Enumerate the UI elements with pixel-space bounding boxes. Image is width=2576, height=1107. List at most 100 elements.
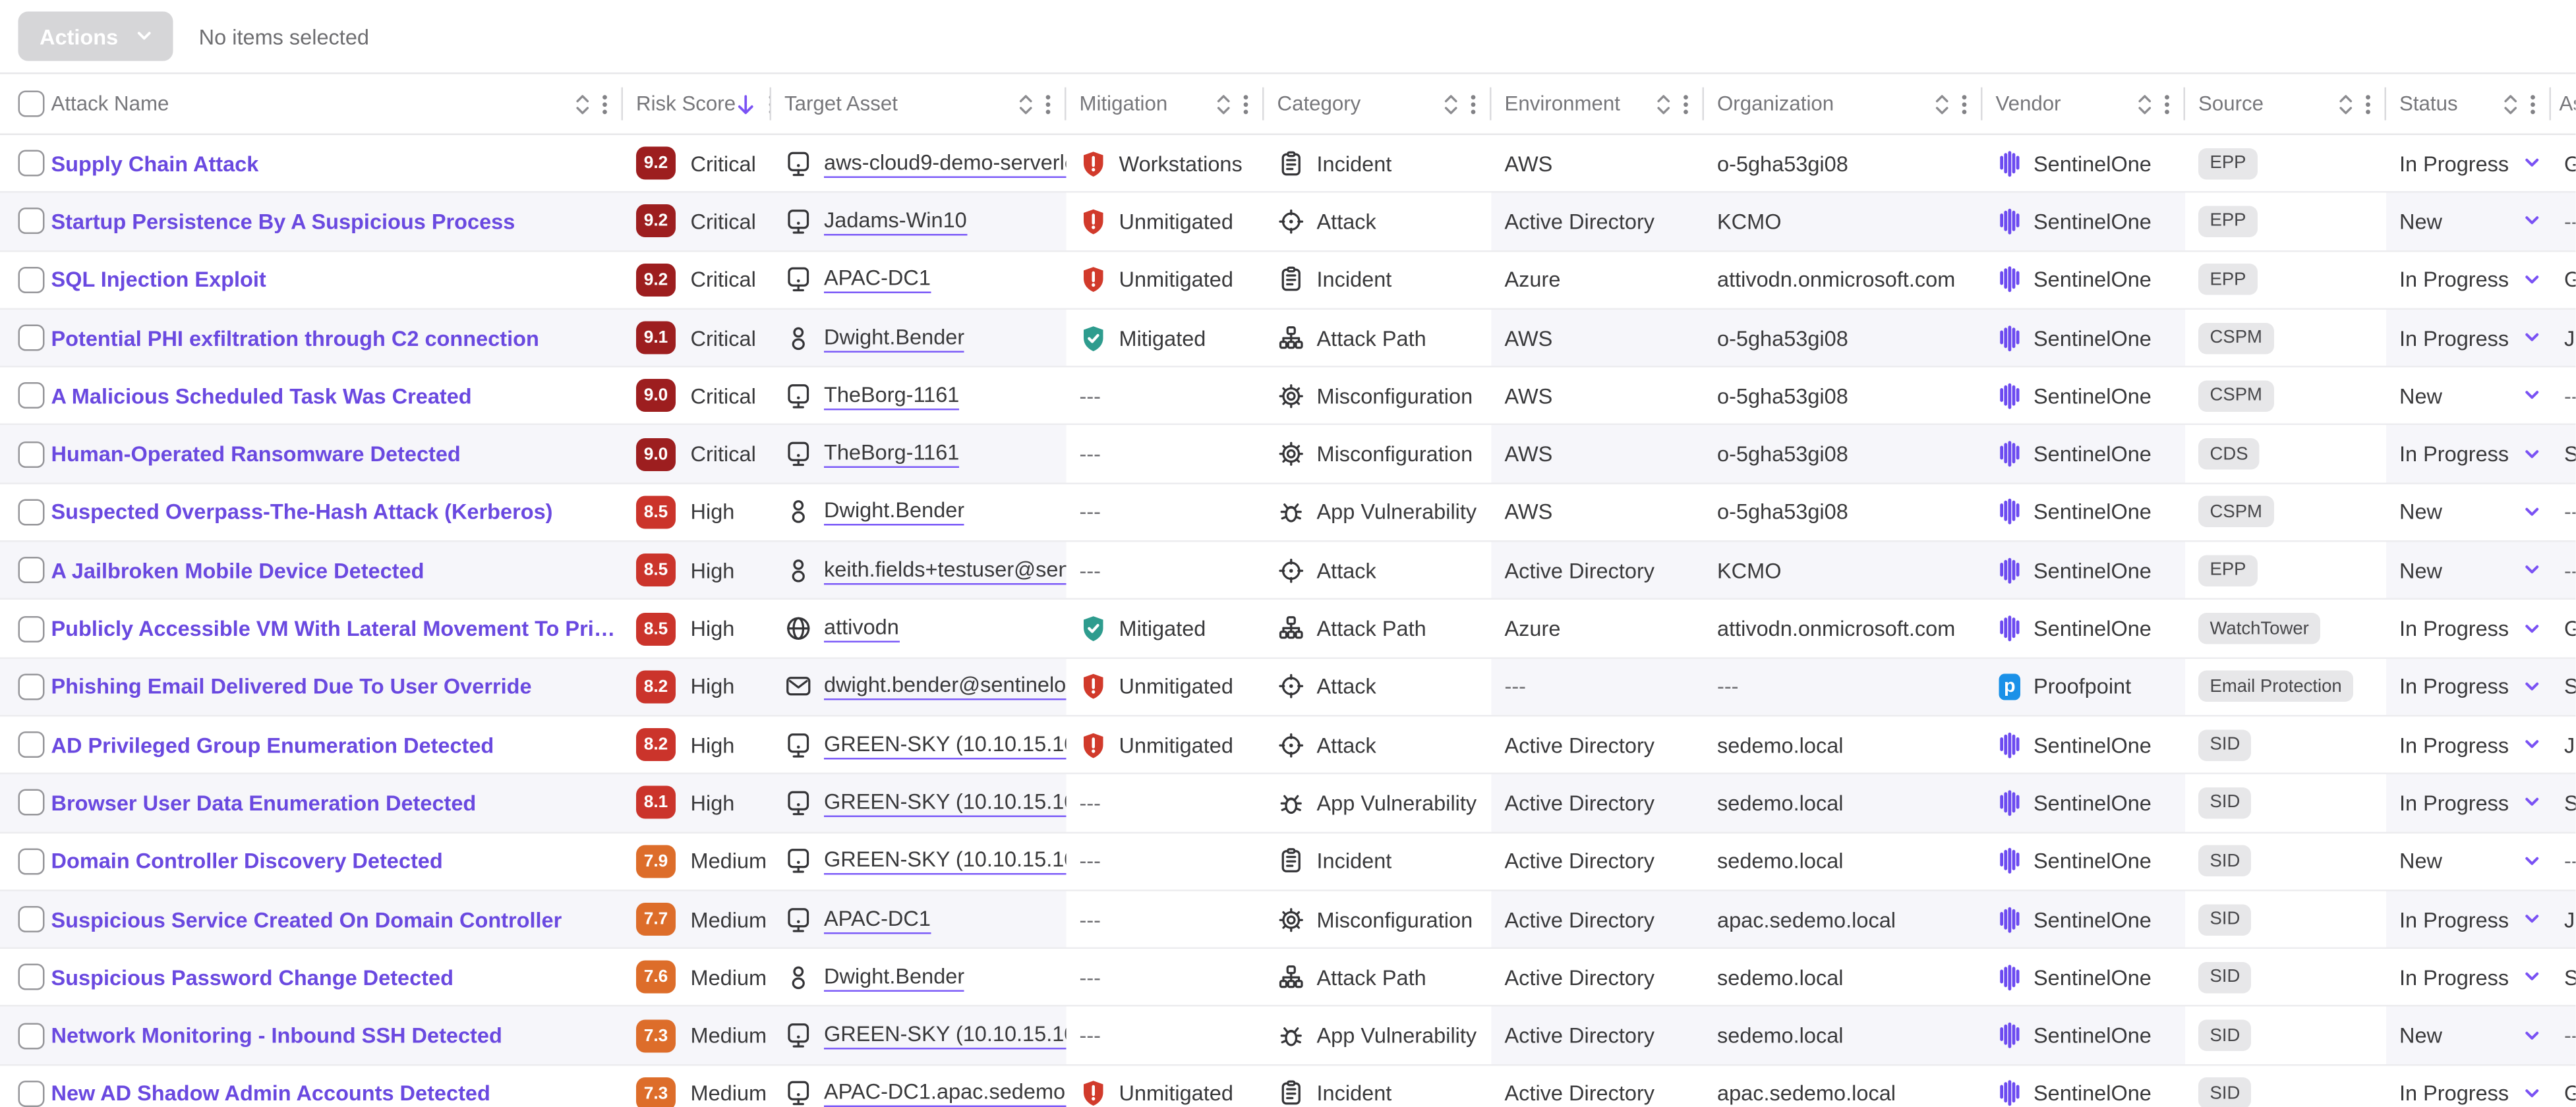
status-cell[interactable]: In Progress [2386,251,2551,308]
status-cell[interactable]: In Progress [2386,600,2551,657]
status-chevron-down-icon[interactable] [2525,682,2540,692]
row-checkbox[interactable] [18,325,45,351]
attack-name-link[interactable]: A Jailbroken Mobile Device Detected [51,558,424,583]
column-header-environment[interactable]: Environment [1492,74,1705,134]
status-chevron-down-icon[interactable] [2525,507,2540,517]
select-all-checkbox[interactable] [18,91,45,117]
target-asset-link[interactable]: GREEN-SKY (10.10.15.10) [824,731,1067,759]
column-header-mitigation[interactable]: Mitigation [1067,74,1264,134]
attack-name-link[interactable]: New AD Shadow Admin Accounts Detected [51,1081,490,1106]
status-cell[interactable]: New [2386,484,2551,540]
column-menu-icon[interactable] [602,93,608,115]
status-cell[interactable]: In Progress [2386,775,2551,832]
status-chevron-down-icon[interactable] [2525,856,2540,866]
column-header-category[interactable]: Category [1264,74,1492,134]
status-cell[interactable]: In Progress [2386,891,2551,948]
column-header-status[interactable]: Status [2386,74,2551,134]
status-chevron-down-icon[interactable] [2525,623,2540,633]
status-chevron-down-icon[interactable] [2525,333,2540,343]
row-checkbox[interactable] [18,499,45,525]
status-cell[interactable]: In Progress [2386,1065,2551,1107]
sort-icon[interactable] [1018,93,1034,115]
sort-icon[interactable] [575,93,591,115]
sort-icon[interactable] [1935,93,1950,115]
sort-icon[interactable] [1656,93,1672,115]
status-chevron-down-icon[interactable] [2525,565,2540,575]
target-asset-link[interactable]: Dwight.Bender [824,498,964,526]
target-asset-link[interactable]: TheBorg-1161 [824,382,959,411]
column-menu-icon[interactable] [2164,93,2171,115]
target-asset-link[interactable]: TheBorg-1161 [824,440,959,468]
status-chevron-down-icon[interactable] [2525,1031,2540,1040]
column-header-assignee[interactable]: As [2551,74,2576,134]
status-chevron-down-icon[interactable] [2525,798,2540,808]
status-cell[interactable]: In Progress [2386,658,2551,715]
target-asset-link[interactable]: Dwight.Bender [824,324,964,352]
row-checkbox[interactable] [18,266,45,293]
sort-icon[interactable] [2138,93,2153,115]
column-header-attack-name[interactable]: Attack Name [0,74,623,134]
target-asset-link[interactable]: APAC-DC1 [824,905,931,934]
status-chevron-down-icon[interactable] [2525,217,2540,227]
actions-button[interactable]: Actions [18,12,173,61]
row-checkbox[interactable] [18,790,45,816]
column-menu-icon[interactable] [1470,93,1477,115]
column-header-organization[interactable]: Organization [1704,74,1983,134]
target-asset-link[interactable]: attivodn [824,615,899,643]
column-header-source[interactable]: Source [2185,74,2386,134]
row-checkbox[interactable] [18,441,45,467]
target-asset-link[interactable]: GREEN-SKY (10.10.15.10) [824,847,1067,876]
column-menu-icon[interactable] [1243,93,1249,115]
attack-name-link[interactable]: SQL Injection Exploit [51,268,266,293]
target-asset-link[interactable]: dwight.bender@sentinelone.com [824,673,1067,701]
column-menu-icon[interactable] [1961,93,1968,115]
status-cell[interactable]: In Progress [2386,135,2551,192]
row-checkbox[interactable] [18,731,45,758]
column-menu-icon[interactable] [1045,93,1051,115]
attack-name-link[interactable]: Suspected Overpass-The-Hash Attack (Kerb… [51,500,553,525]
row-checkbox[interactable] [18,383,45,409]
target-asset-link[interactable]: aws-cloud9-demo-serverless-... [824,150,1067,178]
column-header-target-asset[interactable]: Target Asset [771,74,1067,134]
sort-icon[interactable] [2503,93,2519,115]
target-asset-link[interactable]: Jadams-Win10 [824,208,967,236]
attack-name-link[interactable]: A Malicious Scheduled Task Was Created [51,383,472,409]
column-menu-icon[interactable] [1683,93,1689,115]
column-menu-icon[interactable] [2365,93,2372,115]
target-asset-link[interactable]: Dwight.Bender [824,963,964,992]
column-menu-icon[interactable] [2530,93,2536,115]
sort-icon[interactable] [1216,93,1231,115]
target-asset-link[interactable]: keith.fields+testuser@sentin... [824,556,1067,584]
target-asset-link[interactable]: APAC-DC1.apac.sedemo.local [824,1079,1067,1107]
sort-desc-icon[interactable] [736,93,757,115]
status-cell[interactable]: In Progress [2386,426,2551,482]
column-header-vendor[interactable]: Vendor [1983,74,2186,134]
row-checkbox[interactable] [18,615,45,642]
attack-name-link[interactable]: Startup Persistence By A Suspicious Proc… [51,209,515,234]
status-chevron-down-icon[interactable] [2525,158,2540,168]
status-chevron-down-icon[interactable] [2525,391,2540,401]
attack-name-link[interactable]: AD Privileged Group Enumeration Detected [51,733,494,758]
status-cell[interactable]: In Progress [2386,310,2551,366]
row-checkbox[interactable] [18,557,45,584]
attack-name-link[interactable]: Suspicious Service Created On Domain Con… [51,907,562,932]
attack-name-link[interactable]: Network Monitoring - Inbound SSH Detecte… [51,1023,502,1048]
status-chevron-down-icon[interactable] [2525,740,2540,750]
column-header-risk-score[interactable]: Risk Score [623,74,771,134]
row-checkbox[interactable] [18,906,45,932]
row-checkbox[interactable] [18,208,45,235]
row-checkbox[interactable] [18,848,45,874]
row-checkbox[interactable] [18,150,45,177]
status-chevron-down-icon[interactable] [2525,1089,2540,1098]
status-chevron-down-icon[interactable] [2525,915,2540,924]
status-chevron-down-icon[interactable] [2525,973,2540,982]
target-asset-link[interactable]: APAC-DC1 [824,266,931,294]
sort-icon[interactable] [1444,93,1459,115]
status-chevron-down-icon[interactable] [2525,449,2540,459]
attack-name-link[interactable]: Phishing Email Delivered Due To User Ove… [51,674,532,699]
attack-name-link[interactable]: Human-Operated Ransomware Detected [51,441,461,467]
target-asset-link[interactable]: GREEN-SKY (10.10.15.10) [824,1021,1067,1050]
status-cell[interactable]: In Progress [2386,949,2551,1006]
sort-icon[interactable] [2339,93,2354,115]
status-chevron-down-icon[interactable] [2525,275,2540,285]
